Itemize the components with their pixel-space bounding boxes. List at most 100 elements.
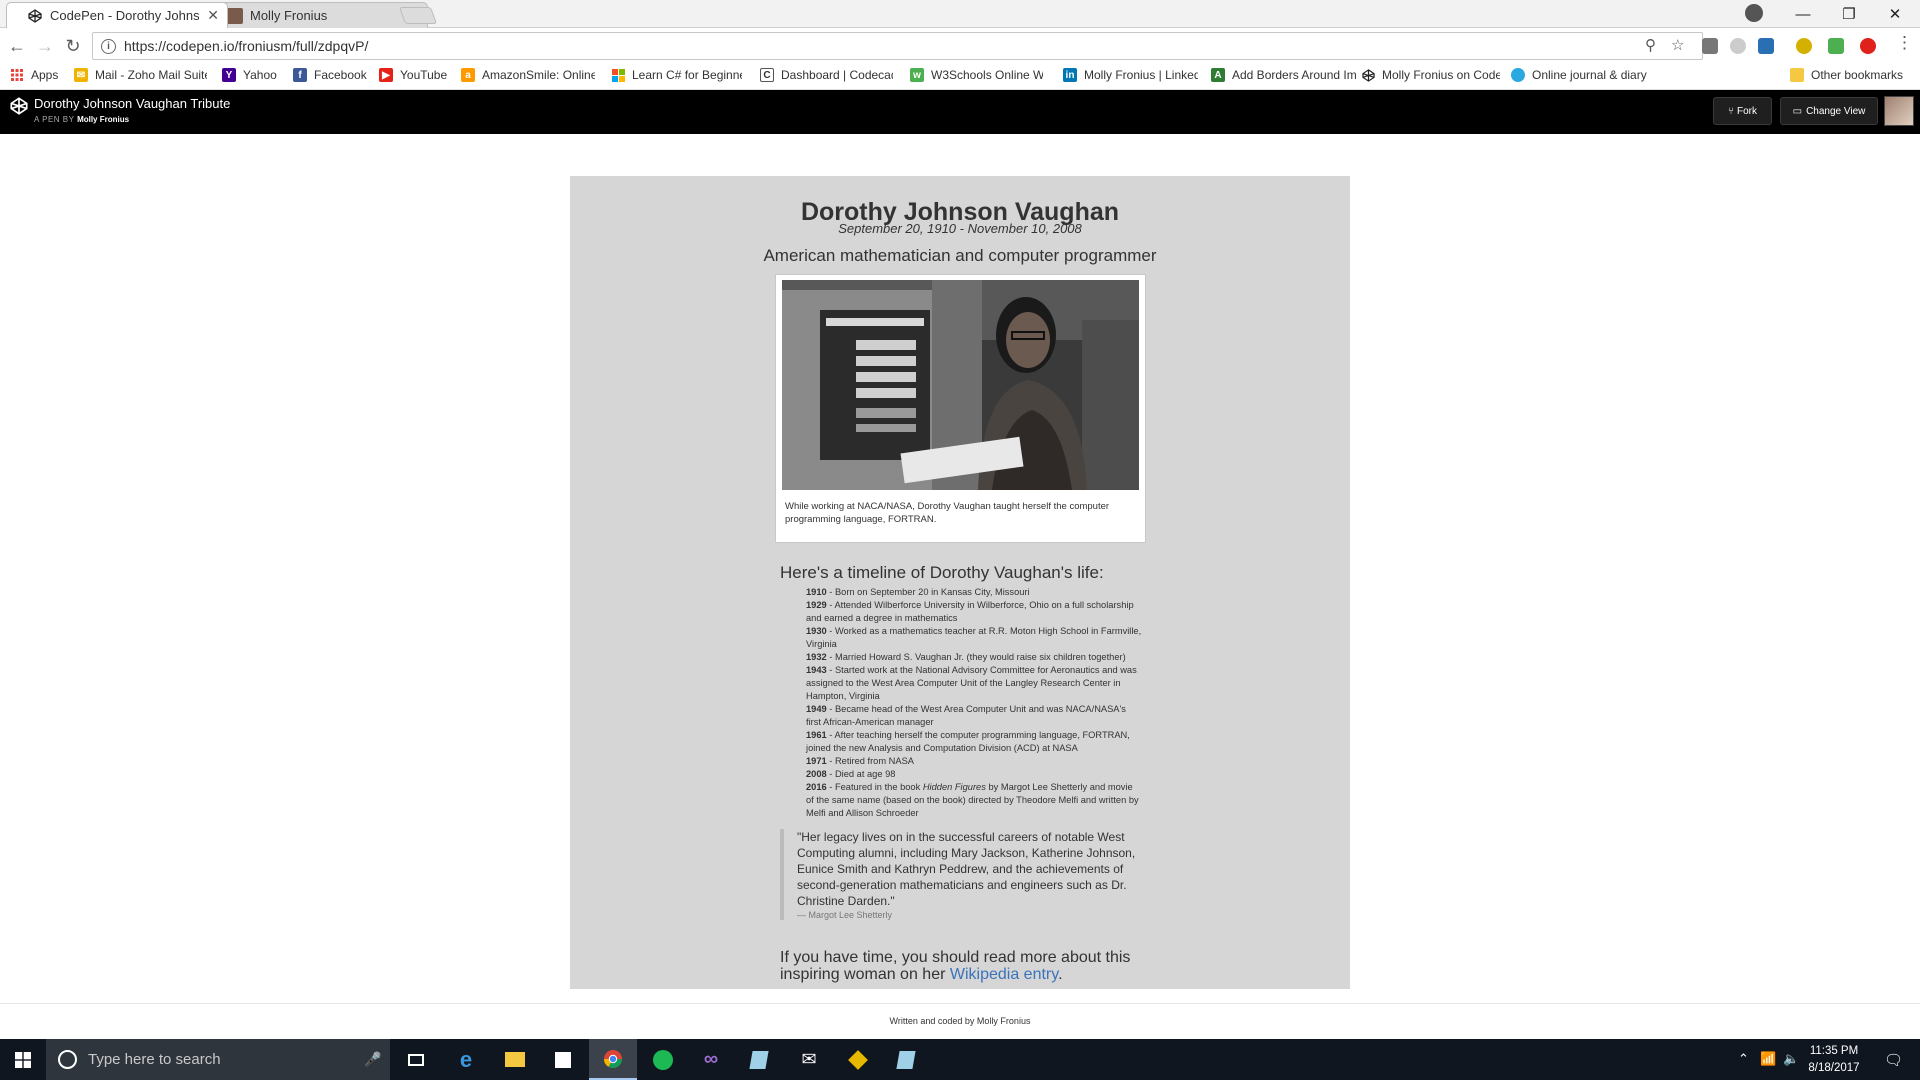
bookmark-yahoo[interactable]: Y Yahoo xyxy=(222,68,277,82)
start-button[interactable] xyxy=(0,1039,46,1080)
timeline-item: 1961 - After teaching herself the comput… xyxy=(806,730,1130,753)
tab-codepen[interactable]: CodePen - Dorothy Johnson Vaughan Tribut… xyxy=(6,2,228,28)
notepad-icon[interactable] xyxy=(735,1039,783,1080)
forward-icon[interactable]: → xyxy=(32,33,58,59)
subtitle: American mathematician and computer prog… xyxy=(763,246,1157,265)
page-footer: Written and coded by Molly Fronius xyxy=(889,1016,1031,1026)
cloud-icon xyxy=(1511,68,1525,82)
timeline-item: 1930 - Worked as a mathematics teacher a… xyxy=(806,626,1142,649)
bookmark-learn-csharp[interactable]: Learn C# for Beginners xyxy=(611,68,742,82)
timeline-item: 2008 - Died at age 98 xyxy=(806,769,896,779)
codepen-icon xyxy=(27,8,43,24)
page-icon: A xyxy=(1211,68,1225,82)
close-window-icon[interactable]: ✕ xyxy=(1872,0,1918,28)
taskbar-clock[interactable]: 11:35 PM 8/18/2017 xyxy=(1802,1043,1866,1077)
timeline-item: 1943 - Started work at the National Advi… xyxy=(806,665,1137,701)
star-icon[interactable]: ☆ xyxy=(1671,36,1684,54)
address-bar[interactable]: i https://codepen.io/froniusm/full/zdpqv… xyxy=(92,32,1703,60)
bookmark-amazonsmile[interactable]: a AmazonSmile: Online Shopping xyxy=(461,68,595,82)
restore-icon[interactable]: ❐ xyxy=(1826,0,1872,28)
action-center-icon[interactable]: 🗨 xyxy=(1884,1051,1903,1069)
wikipedia-link[interactable]: Wikipedia entry xyxy=(950,966,1058,983)
file-explorer-icon[interactable] xyxy=(491,1039,539,1080)
read-more-text: If you have time, you should read more a… xyxy=(780,949,1131,983)
search-placeholder: Type here to search xyxy=(88,1051,221,1068)
show-hidden-icons-icon[interactable]: ⌃ xyxy=(1738,1051,1749,1067)
cloud-extension-icon[interactable] xyxy=(1730,38,1746,54)
dorothy-vaughan-photo xyxy=(782,280,1139,490)
edge-icon[interactable]: e xyxy=(442,1039,490,1080)
extension-icon[interactable] xyxy=(1702,38,1718,54)
opera-extension-icon[interactable] xyxy=(1860,38,1876,54)
microphone-icon[interactable]: 🎤 xyxy=(364,1051,381,1068)
windows-taskbar: Type here to search 🎤 e ∞ ✉ ⌃ 📶 🔈 11:35 … xyxy=(0,1039,1920,1080)
bookmarks-bar: Apps ✉ Mail - Zoho Mail Suite Y Yahoo f … xyxy=(0,64,1920,90)
bookmark-linkedin[interactable]: in Molly Fronius | LinkedIn xyxy=(1063,68,1198,82)
tab-molly-fronius[interactable]: Molly Fronius ✕ xyxy=(206,2,428,28)
codepen-icon xyxy=(1361,68,1375,82)
cortana-icon xyxy=(58,1050,77,1069)
eyedropper-extension-icon[interactable] xyxy=(1758,38,1774,54)
mail-icon[interactable]: ✉ xyxy=(785,1039,833,1080)
codecademy-icon: C xyxy=(760,68,774,82)
other-bookmarks[interactable]: Other bookmarks xyxy=(1790,68,1903,82)
bookmark-add-borders[interactable]: A Add Borders Around Images xyxy=(1211,68,1357,82)
tribute-card: Dorothy Johnson Vaughan September 20, 19… xyxy=(570,176,1350,989)
back-icon[interactable]: ← xyxy=(4,33,30,59)
timeline-item: 2016 - Featured in the book Hidden Figur… xyxy=(806,782,1139,818)
reload-icon[interactable]: ↻ xyxy=(60,33,86,59)
bookmark-codepen[interactable]: Molly Fronius on CodePen xyxy=(1361,68,1500,82)
tab-label: Molly Fronius xyxy=(250,8,328,23)
task-view-icon[interactable] xyxy=(392,1039,440,1080)
windows-logo-icon xyxy=(15,1051,31,1068)
w3schools-icon: w xyxy=(910,68,924,82)
leaf-extension-icon[interactable] xyxy=(1828,38,1844,54)
volume-icon[interactable]: 🔈 xyxy=(1783,1051,1799,1067)
user-profile-icon[interactable] xyxy=(1745,4,1763,22)
git-icon[interactable] xyxy=(834,1039,882,1080)
new-tab-button[interactable] xyxy=(398,7,438,24)
codepen-header: Dorothy Johnson Vaughan Tribute A PEN BY… xyxy=(0,90,1920,134)
codepen-logo-icon[interactable] xyxy=(10,97,28,115)
tab-label: CodePen - Dorothy Johnson Vaughan Tribut… xyxy=(50,8,200,23)
bookmark-zoho-mail[interactable]: ✉ Mail - Zoho Mail Suite xyxy=(74,68,207,82)
bookmark-codecademy[interactable]: C Dashboard | Codecademy xyxy=(760,68,893,82)
zoom-icon[interactable]: ⚲ xyxy=(1645,36,1656,54)
notepad-second-icon[interactable] xyxy=(882,1039,930,1080)
timeline-item: 1971 - Retired from NASA xyxy=(806,756,914,766)
youtube-icon: ▶ xyxy=(379,68,393,82)
zoho-mail-icon: ✉ xyxy=(74,68,88,82)
avatar[interactable] xyxy=(1884,96,1914,126)
spotify-icon[interactable] xyxy=(639,1039,687,1080)
legacy-quote: "Her legacy lives on in the successful c… xyxy=(780,829,1140,920)
page-viewport: Dorothy Johnson Vaughan September 20, 19… xyxy=(0,134,1920,1039)
bookmark-apps[interactable]: Apps xyxy=(10,68,58,82)
visual-studio-icon[interactable]: ∞ xyxy=(687,1039,735,1080)
apps-grid-icon xyxy=(10,68,24,82)
pen-title: Dorothy Johnson Vaughan Tribute xyxy=(34,96,231,111)
timeline-item: 1929 - Attended Wilberforce University i… xyxy=(806,600,1134,623)
facebook-icon: f xyxy=(293,68,307,82)
network-icon[interactable]: 📶 xyxy=(1760,1051,1776,1067)
menu-dots-icon[interactable]: ⋮ xyxy=(1896,33,1913,53)
chrome-icon[interactable] xyxy=(589,1039,637,1080)
profile-photo-icon xyxy=(227,7,243,24)
author-link[interactable]: Molly Fronius xyxy=(77,115,129,124)
bookmark-facebook[interactable]: f Facebook xyxy=(293,68,367,82)
change-view-button[interactable]: ▭ Change View xyxy=(1780,97,1878,125)
info-icon[interactable]: i xyxy=(101,38,116,54)
taskbar-search-box[interactable]: Type here to search 🎤 xyxy=(46,1039,390,1080)
quote-text: "Her legacy lives on in the successful c… xyxy=(797,830,1136,908)
url-text: https://codepen.io/froniusm/full/zdpqvP/ xyxy=(124,38,369,54)
bookmark-youtube[interactable]: ▶ YouTube xyxy=(379,68,447,82)
fork-button[interactable]: ⑂ Fork xyxy=(1713,97,1772,125)
photo-figure: While working at NACA/NASA, Dorothy Vaug… xyxy=(775,274,1146,543)
pen-author-line: A PEN BY Molly Fronius xyxy=(34,115,130,124)
eye-extension-icon[interactable] xyxy=(1796,38,1812,54)
minimize-icon[interactable]: — xyxy=(1780,0,1826,28)
close-tab-icon[interactable]: ✕ xyxy=(207,7,219,24)
store-icon[interactable] xyxy=(539,1039,587,1080)
bookmark-w3schools[interactable]: w W3Schools Online Web Tutorials xyxy=(910,68,1043,82)
bookmark-online-journal[interactable]: Online journal & diary xyxy=(1511,68,1648,82)
timeline-heading: Here's a timeline of Dorothy Vaughan's l… xyxy=(780,563,1104,582)
